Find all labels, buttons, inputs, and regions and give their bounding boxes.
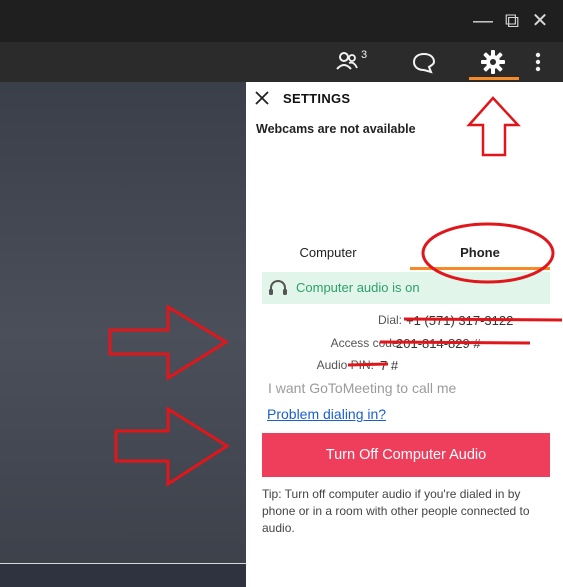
- chat-icon: [412, 52, 436, 74]
- close-settings-button[interactable]: [254, 90, 272, 108]
- window-titlebar: — ⧉ ✕: [0, 0, 563, 42]
- chat-button[interactable]: [408, 46, 440, 78]
- access-code-label: Access code:: [330, 336, 402, 350]
- attendees-button[interactable]: 3: [334, 46, 368, 78]
- webcam-preview-area: [246, 140, 563, 240]
- audio-status-banner: Computer audio is on: [262, 272, 550, 304]
- restore-button[interactable]: ⧉: [499, 8, 525, 34]
- call-me-option[interactable]: I want GoToMeeting to call me: [268, 380, 456, 396]
- audio-tip: Tip: Turn off computer audio if you're d…: [262, 487, 530, 535]
- tab-computer[interactable]: Computer: [258, 240, 398, 270]
- settings-panel: SETTINGS Webcams are not available Compu…: [246, 82, 563, 587]
- gear-icon: [481, 50, 505, 74]
- settings-title: SETTINGS: [283, 91, 351, 106]
- turn-off-computer-audio-button[interactable]: Turn Off Computer Audio: [262, 433, 550, 477]
- tab-phone[interactable]: Phone: [410, 240, 550, 270]
- audio-pin-value: 7 #: [380, 358, 399, 373]
- access-code-value: 201-814-829 #: [396, 336, 481, 351]
- webcam-message: Webcams are not available: [256, 122, 416, 136]
- meeting-toolbar: 3: [0, 42, 563, 82]
- settings-button[interactable]: [477, 46, 509, 78]
- audio-tabs: Computer Phone: [258, 240, 550, 270]
- more-options-button[interactable]: [530, 46, 562, 78]
- close-icon: [255, 91, 269, 105]
- dial-number: +1 (571) 317-3122: [406, 313, 514, 328]
- minimize-button[interactable]: —: [470, 8, 496, 34]
- settings-active-indicator: [469, 77, 519, 80]
- headset-icon: [269, 279, 287, 295]
- attendee-count: 3: [361, 49, 368, 61]
- audio-pin-label: Audio PIN:: [316, 358, 374, 372]
- video-bottom-strip: [0, 563, 246, 587]
- audio-status-text: Computer audio is on: [296, 280, 420, 295]
- problem-dialing-link[interactable]: Problem dialing in?: [267, 406, 386, 422]
- window-close-button[interactable]: ✕: [527, 8, 553, 34]
- video-area: [0, 82, 246, 587]
- dial-label: Dial:: [377, 313, 402, 327]
- more-vertical-icon: [535, 52, 541, 72]
- people-icon: [336, 52, 358, 70]
